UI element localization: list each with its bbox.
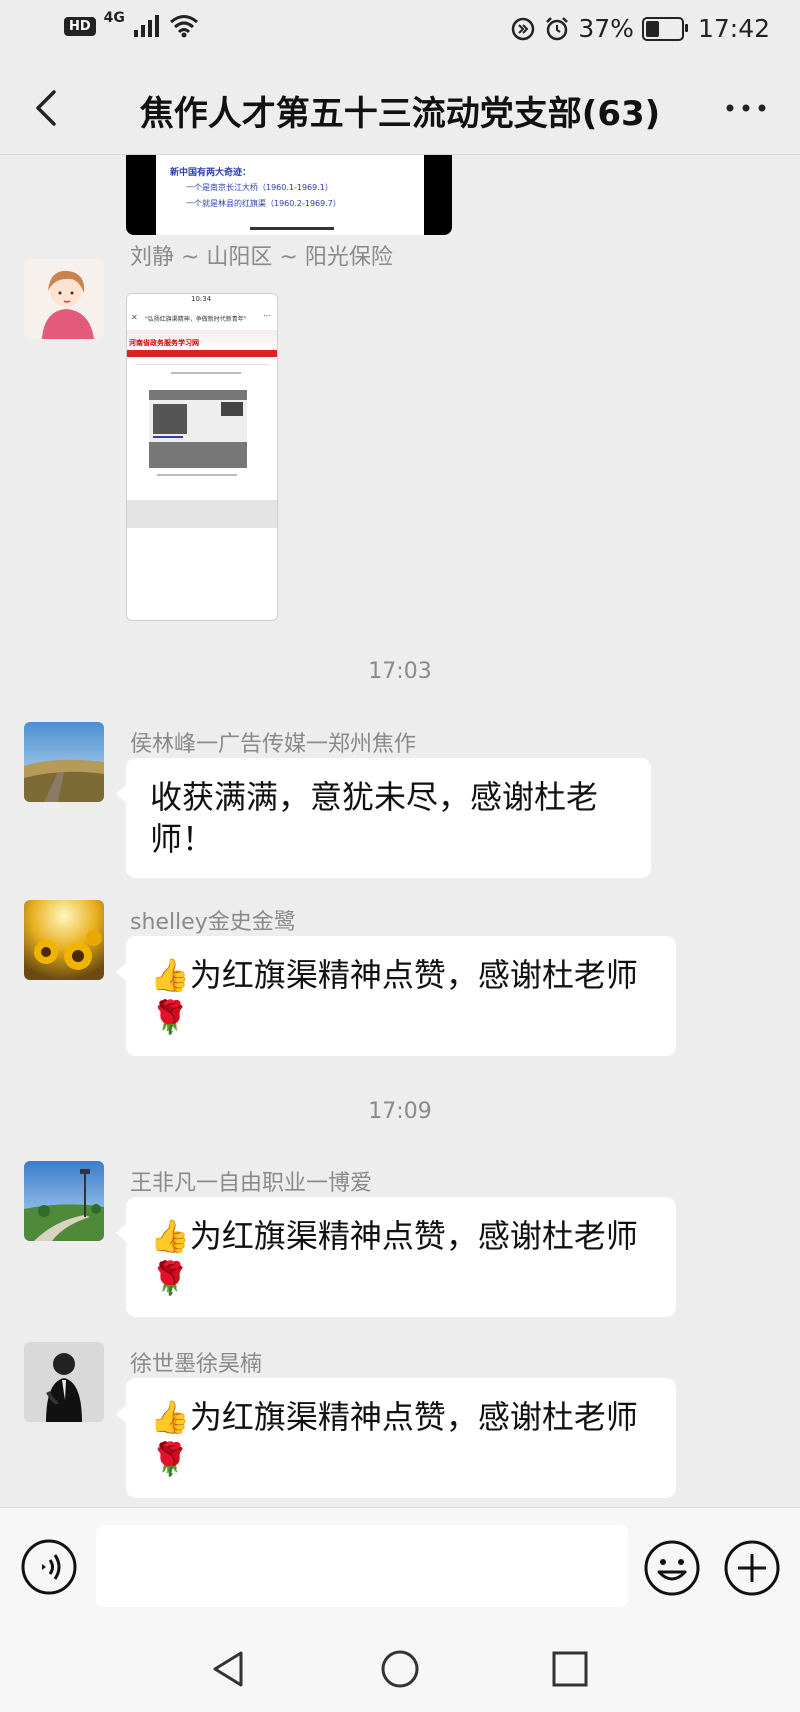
plus-button[interactable]	[722, 1538, 782, 1598]
avatar[interactable]	[24, 900, 104, 980]
thumb-video	[149, 390, 247, 468]
slide-text-3: 一个就是林县的红旗渠（1960.2-1969.7）	[186, 199, 341, 208]
sender-name: shelley金史金鹭	[130, 910, 296, 935]
input-bar	[0, 1507, 800, 1626]
voice-button[interactable]	[20, 1538, 78, 1596]
chevron-left-icon	[36, 90, 56, 126]
thumb-footer	[127, 500, 277, 528]
status-right: 37% 17:42	[510, 14, 770, 43]
sender-name: 王非凡一自由职业一博爱	[130, 1171, 373, 1196]
thumb-video-frame	[149, 400, 247, 442]
thumb-status: 10:34	[127, 294, 277, 308]
thumb-header: ✕ "弘扬红旗渠精神，争做新时代新青年" ⋯	[127, 308, 277, 331]
message-bubble[interactable]: 👍为红旗渠精神点赞，感谢杜老师🌹	[116, 1378, 676, 1498]
hd-badge: HD	[64, 16, 96, 36]
alarm-icon	[546, 16, 569, 40]
message-bubble[interactable]: 👍为红旗渠精神点赞，感谢杜老师🌹	[116, 1197, 676, 1317]
message-bubble[interactable]: 👍为红旗渠精神点赞，感谢杜老师🌹	[116, 936, 676, 1056]
smiley-icon	[644, 1540, 700, 1596]
chat-messages[interactable]: 新中国有两大奇迹： 一个是南京长江大桥（1960.1-1969.1） 一个就是林…	[0, 155, 800, 1507]
thumb-rule	[135, 364, 269, 365]
message-input[interactable]	[96, 1525, 628, 1607]
square-recent-icon	[552, 1651, 588, 1687]
data-saver-icon	[512, 17, 535, 40]
chat-header: 焦作人才第五十三流动党支部(63)	[0, 62, 800, 155]
avatar-drawing	[24, 259, 104, 339]
avatar-landscape	[24, 722, 104, 802]
thumb-banner: 河南省政务服务学习网	[127, 330, 277, 350]
more-button[interactable]	[716, 82, 776, 134]
message-bubble[interactable]: 收获满满，意犹未尽，感谢杜老师！	[116, 758, 651, 878]
image-message[interactable]: 10:34 ✕ "弘扬红旗渠精神，争做新时代新青年" ⋯ 河南省政务服务学习网	[126, 293, 278, 621]
thumb-text-line	[171, 372, 241, 374]
battery-fill	[645, 20, 659, 37]
ellipsis-icon	[726, 104, 766, 112]
clock: 17:42	[697, 14, 770, 43]
avatar-sunflower	[24, 900, 104, 980]
battery-icon	[641, 16, 688, 41]
avatar[interactable]	[24, 1342, 104, 1422]
slide-text-2: 一个是南京长江大桥（1960.1-1969.1）	[186, 183, 333, 192]
avatar-park	[24, 1161, 104, 1241]
image-message-partial[interactable]: 新中国有两大奇迹： 一个是南京长江大桥（1960.1-1969.1） 一个就是林…	[126, 155, 452, 235]
thumb-caption	[153, 436, 183, 438]
triangle-back-icon	[213, 1651, 243, 1687]
slide-text-1: 新中国有两大奇迹：	[170, 168, 252, 178]
thumb-banner-text: 河南省政务服务学习网	[129, 339, 199, 347]
network-label: 4G	[103, 10, 125, 26]
sender-name: 侯林峰一广告传媒一郑州焦作	[130, 732, 417, 757]
wifi-icon	[169, 15, 198, 38]
sender-name: 刘静 ~ 山阳区 ~ 阳光保险	[130, 245, 393, 270]
avatar[interactable]	[24, 722, 104, 802]
thumb-close-icon: ✕	[131, 313, 138, 322]
thumb-time: 10:34	[191, 295, 212, 303]
status-bar: HD 4G 37% 17:42	[0, 0, 800, 62]
thumb-header-text: "弘扬红旗渠精神，争做新时代新青年"	[145, 316, 247, 323]
nav-home-button[interactable]	[376, 1645, 424, 1693]
nav-back-button[interactable]	[205, 1645, 253, 1693]
voice-icon	[21, 1539, 77, 1595]
timestamp: 17:09	[368, 1099, 432, 1124]
avatar[interactable]	[24, 259, 104, 339]
sender-name: 徐世墨徐昊楠	[130, 1352, 263, 1377]
circle-home-icon	[381, 1650, 419, 1688]
timestamp: 17:03	[368, 659, 432, 684]
chat-title: 焦作人才第五十三流动党支部(63)	[139, 94, 661, 134]
nav-recent-button[interactable]	[546, 1645, 594, 1693]
battery-percent: 37%	[578, 14, 634, 43]
back-button[interactable]	[22, 82, 74, 134]
thumb-photo-right	[221, 402, 243, 416]
emoji-button[interactable]	[642, 1538, 702, 1598]
status-left: HD 4G	[64, 10, 199, 38]
avatar[interactable]	[24, 1161, 104, 1241]
plus-icon	[724, 1540, 780, 1596]
thumb-text-line-2	[157, 474, 237, 476]
system-nav-bar	[0, 1625, 800, 1712]
signal-icon	[133, 15, 159, 37]
slide-bar	[250, 227, 334, 230]
thumb-photo-left	[153, 404, 187, 434]
slide-image: 新中国有两大奇迹： 一个是南京长江大桥（1960.1-1969.1） 一个就是林…	[156, 155, 424, 235]
thumb-more-icon: ⋯	[263, 311, 271, 320]
avatar-person	[24, 1342, 104, 1422]
thumb-red-bar	[127, 350, 277, 357]
